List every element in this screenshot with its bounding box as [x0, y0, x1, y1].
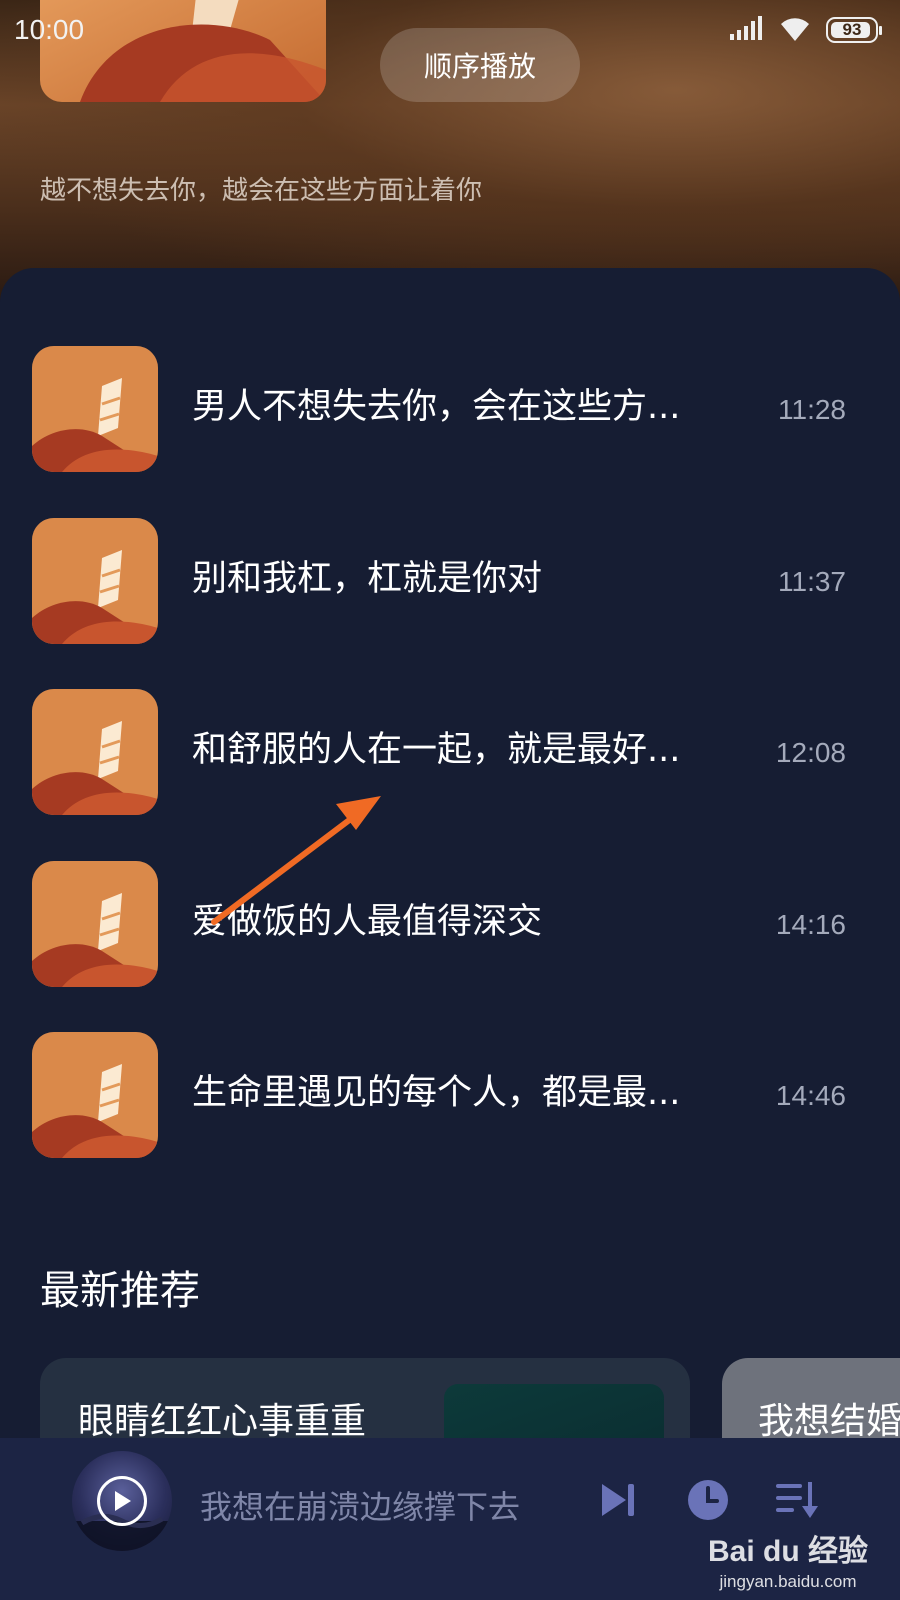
- recommend-card-title: 我想结婚: [758, 1401, 900, 1442]
- timer-icon[interactable]: [686, 1478, 730, 1526]
- section-title-recommend: 最新推荐: [40, 1268, 200, 1314]
- battery-percent: 93: [842, 20, 862, 39]
- episode-duration: 14:16: [775, 908, 846, 940]
- episode-thumbnail: [32, 1032, 158, 1158]
- play-icon[interactable]: [97, 1476, 147, 1526]
- episode-title: 别和我杠，杠就是你对: [192, 558, 543, 599]
- episode-duration: 12:08: [775, 737, 846, 768]
- episode-thumbnail: [32, 346, 158, 472]
- episode-duration: 11:37: [778, 565, 846, 597]
- episode-title: 和舒服的人在一起，就是最好...: [192, 730, 681, 770]
- episode-title: 生命里遇见的每个人，都是最...: [192, 1073, 681, 1113]
- episode-thumbnail: [32, 689, 158, 815]
- episode-duration: 14:46: [775, 1080, 846, 1111]
- episode-item[interactable]: 男人不想失去你，会在这些方... 11:28: [0, 346, 900, 472]
- status-icons: 93: [730, 15, 882, 45]
- status-time: 10:00: [14, 14, 85, 45]
- mini-player-title[interactable]: 我想在崩溃边缘撑下去: [200, 1482, 520, 1528]
- episode-thumbnail: [32, 517, 158, 644]
- baidu-jingyan-watermark: Bai du 经验 jingyan.baidu.com: [688, 1526, 888, 1596]
- play-mode-button[interactable]: 顺序播放: [380, 28, 580, 102]
- episode-thumbnail: [32, 860, 158, 987]
- episode-duration: 11:28: [778, 394, 846, 425]
- episode-item[interactable]: 生命里遇见的每个人，都是最... 14:46: [0, 1032, 900, 1158]
- wifi-icon: [778, 15, 812, 45]
- next-track-icon[interactable]: [596, 1478, 640, 1526]
- episode-item[interactable]: 爱做饭的人最值得深交 14:16: [0, 860, 900, 987]
- playlist-icon[interactable]: [774, 1478, 820, 1526]
- recommend-card-title: 眼睛红红心事重重: [78, 1401, 367, 1442]
- watermark-url: jingyan.baidu.com: [719, 1572, 857, 1591]
- mini-player-cover[interactable]: [72, 1451, 172, 1551]
- episode-item[interactable]: 别和我杠，杠就是你对 11:37: [0, 517, 900, 644]
- album-header: 10:00 93 顺序播放 越不想失去你，越会在这些方面让着你: [0, 0, 900, 300]
- episode-item[interactable]: 和舒服的人在一起，就是最好... 12:08: [0, 689, 900, 815]
- mini-player[interactable]: 我想在崩溃边缘撑下去 Bai du 经验 jingyan.baidu.com: [0, 1438, 900, 1600]
- album-description: 越不想失去你，越会在这些方面让着你: [40, 176, 483, 206]
- signal-icon: [730, 16, 764, 44]
- episode-title: 男人不想失去你，会在这些方...: [192, 387, 681, 427]
- episode-title: 爱做饭的人最值得深交: [192, 901, 543, 942]
- watermark-logo: Bai du 经验: [707, 1535, 868, 1568]
- battery-icon: 93: [826, 17, 882, 43]
